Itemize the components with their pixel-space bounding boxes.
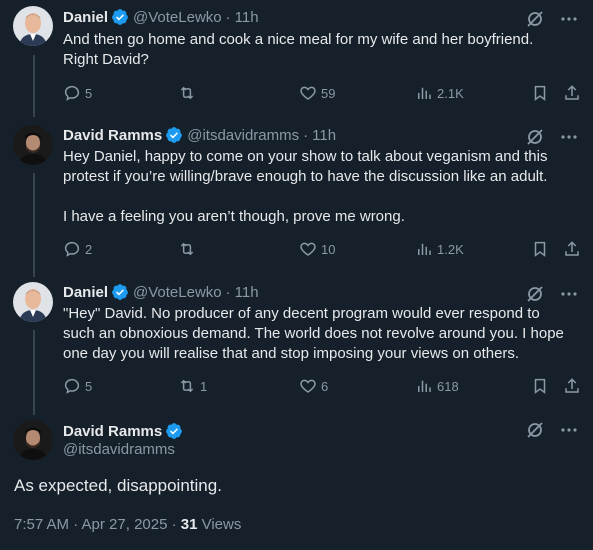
tweet-actions: 5 59 2.1K: [63, 83, 583, 103]
display-name[interactable]: David Ramms: [63, 423, 162, 440]
separator-dot: ·: [225, 283, 231, 301]
reply-icon: [63, 240, 81, 258]
tweet-top-actions: [525, 420, 579, 440]
share-icon: [563, 84, 581, 102]
like-count: 10: [321, 241, 336, 257]
share-button[interactable]: [563, 239, 581, 259]
bookmark-button[interactable]: [531, 376, 549, 396]
reply-button[interactable]: 5: [63, 83, 92, 103]
views-count: 618: [437, 378, 459, 394]
views-count: 2.1K: [437, 85, 464, 101]
retweet-icon: [178, 240, 196, 258]
verified-badge-icon: [165, 126, 183, 144]
handle[interactable]: @VoteLewko: [133, 9, 222, 26]
tweet-header: Daniel @VoteLewko · 11h: [63, 282, 259, 302]
tweet-top-actions: [525, 284, 579, 304]
verified-badge-icon: [111, 283, 129, 301]
views-icon: [415, 84, 433, 102]
tweet-text: And then go home and cook a nice meal fo…: [63, 31, 534, 68]
retweet-count: 1: [200, 378, 208, 394]
reply-button[interactable]: 2: [63, 239, 92, 259]
like-count: 6: [321, 378, 329, 394]
share-button[interactable]: [563, 376, 581, 396]
views-button[interactable]: 1.2K: [415, 239, 464, 259]
like-icon: [299, 377, 317, 395]
views-icon: [415, 377, 433, 395]
avatar-daniel[interactable]: [13, 282, 53, 322]
timestamp[interactable]: 11h: [312, 127, 336, 144]
bookmark-icon: [531, 84, 549, 102]
reply-icon: [63, 377, 81, 395]
views-icon: [415, 240, 433, 258]
display-name[interactable]: Daniel: [63, 284, 108, 301]
thread-line: [33, 330, 35, 415]
tweet-actions: 2 10 1.2K: [63, 239, 583, 259]
like-icon: [299, 240, 317, 258]
retweet-button[interactable]: 1: [178, 376, 207, 396]
retweet-icon: [178, 377, 196, 395]
views-count: 1.2K: [437, 241, 464, 257]
handle[interactable]: @itsdavidramms: [63, 441, 175, 458]
share-icon: [563, 377, 581, 395]
main-tweet-author: David Ramms: [63, 422, 187, 440]
tweet-header: David Ramms @itsdavidramms · 11h: [63, 125, 336, 145]
like-button[interactable]: 10: [299, 239, 335, 259]
grok-icon[interactable]: [525, 127, 545, 147]
reply-icon: [63, 84, 81, 102]
thread-line: [33, 55, 35, 117]
handle[interactable]: @itsdavidramms: [187, 127, 299, 144]
tweet-meta: 7:57 AM · Apr 27, 2025 · 31 Views: [14, 516, 241, 533]
tweet-actions: 5 1 6 618: [63, 376, 583, 396]
retweet-button[interactable]: [178, 239, 200, 259]
separator-dot: ·: [303, 126, 309, 144]
views-button[interactable]: 618: [415, 376, 459, 396]
bookmark-icon: [531, 240, 549, 258]
retweet-icon: [178, 84, 196, 102]
reply-count: 5: [85, 85, 93, 101]
bookmark-button[interactable]: [531, 239, 549, 259]
like-button[interactable]: 59: [299, 83, 335, 103]
verified-badge-icon: [165, 422, 183, 440]
main-tweet-text: As expected, disappointing.: [14, 476, 222, 495]
tweet-text: Hey Daniel, happy to come on your show t…: [63, 148, 548, 225]
more-icon[interactable]: [559, 420, 579, 440]
handle[interactable]: @VoteLewko: [133, 284, 222, 301]
share-button[interactable]: [563, 83, 581, 103]
reply-button[interactable]: 5: [63, 376, 92, 396]
tweet-text: "Hey" David. No producer of any decent p…: [63, 305, 564, 362]
timestamp[interactable]: 11h: [235, 284, 259, 301]
like-button[interactable]: 6: [299, 376, 328, 396]
share-icon: [563, 240, 581, 258]
reply-count: 2: [85, 241, 93, 257]
tweet-top-actions: [525, 9, 579, 29]
separator-dot: ·: [225, 8, 231, 26]
views-count: 31: [180, 516, 198, 533]
tweet-top-actions: [525, 127, 579, 147]
grok-icon[interactable]: [525, 284, 545, 304]
avatar-david[interactable]: [13, 420, 53, 460]
reply-count: 5: [85, 378, 93, 394]
views-button[interactable]: 2.1K: [415, 83, 464, 103]
verified-badge-icon: [111, 8, 129, 26]
bookmark-button[interactable]: [531, 83, 549, 103]
thread-line: [33, 173, 35, 277]
tweet-header: Daniel @VoteLewko · 11h: [63, 7, 259, 27]
retweet-button[interactable]: [178, 83, 200, 103]
more-icon[interactable]: [559, 284, 579, 304]
more-icon[interactable]: [559, 127, 579, 147]
like-count: 59: [321, 85, 336, 101]
tweet-timestamp[interactable]: 7:57 AM · Apr 27, 2025 ·: [14, 516, 181, 533]
display-name[interactable]: David Ramms: [63, 127, 162, 144]
timestamp[interactable]: 11h: [235, 9, 259, 26]
display-name[interactable]: Daniel: [63, 9, 108, 26]
avatar-david[interactable]: [13, 125, 53, 165]
more-icon[interactable]: [559, 9, 579, 29]
avatar-daniel[interactable]: [13, 6, 53, 46]
views-label: Views: [197, 516, 242, 533]
grok-icon[interactable]: [525, 420, 545, 440]
bookmark-icon: [531, 377, 549, 395]
like-icon: [299, 84, 317, 102]
grok-icon[interactable]: [525, 9, 545, 29]
